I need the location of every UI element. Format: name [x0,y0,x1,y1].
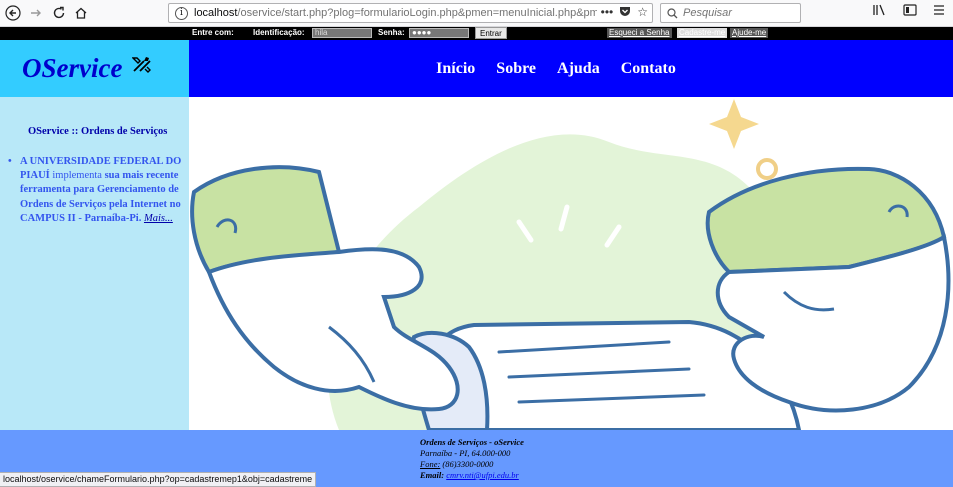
id-input[interactable]: hila [312,28,372,38]
logo-area: OService [0,40,189,97]
home-icon[interactable] [71,3,91,23]
search-input[interactable]: Pesquisar [660,3,801,23]
footer-phone-label: Fone: [420,459,441,469]
url-path: /oservice/start.php?plog=formularioLogin… [237,7,609,19]
enter-label: Entre com: [192,28,234,37]
login-submit-button[interactable]: Entrar [475,27,507,39]
page-actions-icon[interactable]: ••• [601,5,614,20]
bookmark-star-icon[interactable]: ☆ [637,5,648,20]
sidebar-news-item: • A UNIVERSIDADE FEDERAL DO PIAUÍ implem… [8,155,184,226]
more-link[interactable]: Mais... [144,213,173,224]
info-icon[interactable]: i [175,6,188,20]
tools-icon [132,56,152,73]
url-actions: ••• ☆ [596,5,648,20]
register-link[interactable]: Cadastre-me [677,28,728,38]
password-label: Senha: [378,28,405,37]
status-bar: localhost/oservice/chameFormulario.php?o… [0,472,317,487]
library-icon[interactable] [873,4,887,19]
bullet-icon: • [8,156,12,167]
pocket-icon[interactable] [619,5,631,20]
nav-contato[interactable]: Contato [621,60,676,78]
footer-title: Ordens de Serviços - oService [420,437,524,447]
url-bar[interactable]: i localhost/oservice/start.php?plog=form… [168,3,653,23]
forgot-password-link[interactable]: Esqueci a Senha [607,28,672,38]
forward-icon[interactable] [26,3,46,23]
sidebar: OService :: Ordens de Serviços • A UNIVE… [0,97,189,430]
footer-email-label: Email: [420,470,445,480]
url-host: localhost [194,7,238,19]
news-text-2: implementa [52,170,102,182]
sidebar-toggle-icon[interactable] [903,4,917,19]
sidebar-title: OService :: Ordens de Serviços [28,126,168,137]
browser-toolbar: i localhost/oservice/start.php?plog=form… [0,0,953,27]
footer-phone: (86)3300-0000 [442,459,494,469]
toolbar-right-icons [873,4,945,19]
nav-ajuda[interactable]: Ajuda [557,60,600,78]
search-icon [667,7,678,18]
hero-illustration [189,97,953,430]
footer-address: Parnaíba - PI, 64.000-000 [420,448,511,458]
nav-sobre[interactable]: Sobre [496,60,536,78]
help-link[interactable]: Ajude-me [730,28,769,38]
search-placeholder: Pesquisar [683,7,732,19]
handshake-document-illustration [190,99,951,430]
id-label: Identificação: [253,28,305,37]
footer-email-link[interactable]: cmrv.nti@ufpi.edu.br [446,470,519,480]
reload-icon[interactable] [49,3,69,23]
login-bar: Entre com: Identificação: hila Senha: ●●… [0,27,953,40]
footer-info: Ordens de Serviços - oService Parnaíba -… [420,437,524,481]
nav-inicio[interactable]: Início [436,60,475,78]
back-icon[interactable] [3,3,23,23]
password-input[interactable]: ●●●● [409,28,469,38]
menu-icon[interactable] [933,4,945,19]
site-logo[interactable]: OService [22,53,122,84]
main-nav: Início Sobre Ajuda Contato [189,40,953,97]
